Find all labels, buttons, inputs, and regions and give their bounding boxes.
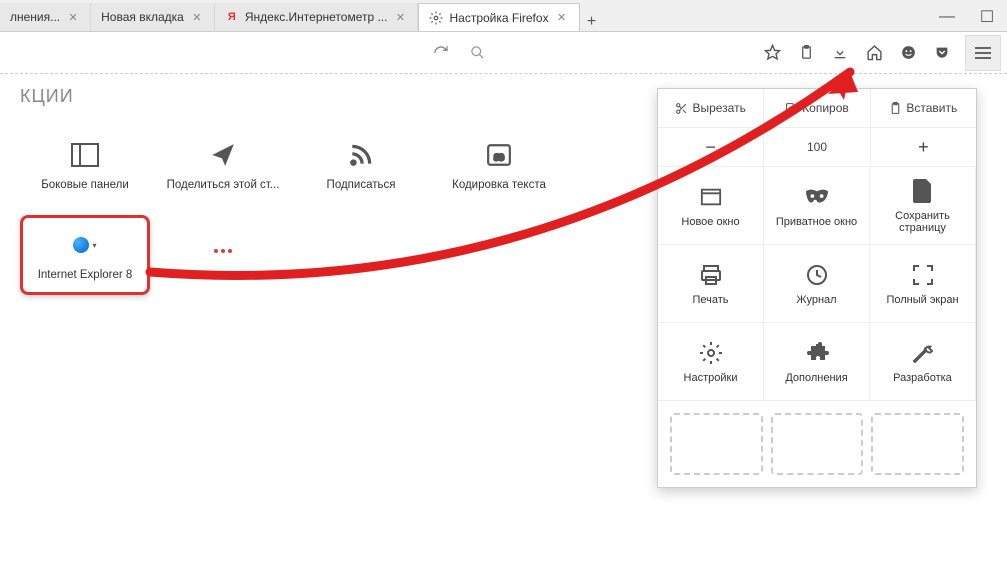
tool-sidebar[interactable]: Боковые панели	[20, 125, 150, 205]
encoding-icon: æ	[483, 139, 515, 171]
clipboard-button[interactable]	[791, 38, 821, 68]
tab-3[interactable]: Настройка Firefox ✕	[418, 3, 579, 31]
search-icon	[462, 38, 492, 68]
cut-button[interactable]: Вырезать	[658, 89, 764, 127]
paste-icon	[889, 102, 902, 115]
tool-label: Поделиться этой ст...	[167, 179, 280, 191]
menu-label: Новое окно	[681, 216, 739, 228]
menu-label: Дополнения	[785, 372, 847, 384]
menu-print[interactable]: Печать	[658, 245, 764, 323]
sidebar-icon	[69, 139, 101, 171]
menu-label: Журнал	[796, 294, 836, 306]
tab-1[interactable]: Новая вкладка ✕	[91, 3, 215, 31]
tool-label: Internet Explorer 8	[38, 269, 133, 281]
menu-save-page[interactable]: Сохранить страницу	[870, 167, 976, 245]
empty-drop-slots[interactable]	[658, 401, 976, 487]
menu-label: Полный экран	[886, 294, 958, 306]
customization-area: КЦИИ Боковые панели Поделиться этой ст..…	[0, 74, 647, 582]
yandex-favicon-icon: Я	[225, 10, 239, 24]
paperplane-icon	[207, 139, 239, 171]
close-icon[interactable]: ✕	[555, 11, 569, 25]
tab-label: лнения...	[10, 10, 60, 24]
paste-button[interactable]: Вставить	[871, 89, 976, 127]
menu-label: Сохранить страницу	[874, 210, 971, 234]
downloads-button[interactable]	[825, 38, 855, 68]
tool-label: Боковые панели	[41, 179, 129, 191]
tool-label: Подписаться	[327, 179, 396, 191]
menu-addons[interactable]: Дополнения	[764, 323, 870, 401]
menu-label: Печать	[692, 294, 728, 306]
menu-developer[interactable]: Разработка	[870, 323, 976, 401]
menu-panel-dropzone: Вырезать Копиров Вставить − 100 +	[647, 74, 1007, 582]
tab-label: Настройка Firefox	[449, 11, 548, 25]
tab-2[interactable]: Я Яндекс.Интернетометр ... ✕	[215, 3, 419, 31]
close-icon[interactable]: ✕	[66, 10, 80, 24]
zoom-in-button[interactable]: +	[871, 128, 976, 166]
tab-bar: лнения... ✕ Новая вкладка ✕ Я Яндекс.Инт…	[0, 0, 1007, 32]
section-title: КЦИИ	[20, 86, 627, 107]
zoom-out-button[interactable]: −	[658, 128, 764, 166]
tool-share[interactable]: Поделиться этой ст...	[158, 125, 288, 205]
gear-icon	[698, 340, 724, 366]
tab-label: Новая вкладка	[101, 10, 184, 24]
close-icon[interactable]: ✕	[190, 10, 204, 24]
menu-new-window[interactable]: Новое окно	[658, 167, 764, 245]
menu-fullscreen[interactable]: Полный экран	[870, 245, 976, 323]
ie-icon: ▾	[69, 229, 101, 261]
tool-lastpass[interactable]	[158, 215, 288, 295]
menu-label: Настройки	[684, 372, 738, 384]
menu-button[interactable]	[965, 35, 1001, 71]
copy-label: Копиров	[802, 101, 849, 115]
tab-label: Яндекс.Интернетометр ...	[245, 10, 388, 24]
menu-settings[interactable]: Настройки	[658, 323, 764, 401]
window-icon	[698, 184, 724, 210]
pocket-button[interactable]	[927, 38, 957, 68]
tool-label: Кодировка текста	[452, 179, 546, 191]
cut-label: Вырезать	[692, 101, 745, 115]
home-button[interactable]	[859, 38, 889, 68]
wrench-icon	[910, 340, 936, 366]
tool-encoding[interactable]: æ Кодировка текста	[434, 125, 564, 205]
hamburger-menu-panel: Вырезать Копиров Вставить − 100 +	[657, 88, 977, 488]
settings-favicon-icon	[429, 11, 443, 25]
menu-history[interactable]: Журнал	[764, 245, 870, 323]
puzzle-icon	[804, 340, 830, 366]
tool-subscribe[interactable]: Подписаться	[296, 125, 426, 205]
bookmark-star-button[interactable]	[757, 38, 787, 68]
menu-label: Приватное окно	[776, 216, 857, 228]
scissors-icon	[675, 102, 688, 115]
paste-label: Вставить	[906, 101, 957, 115]
rss-icon	[345, 139, 377, 171]
mask-icon	[804, 184, 830, 210]
new-tab-button[interactable]: +	[580, 13, 604, 31]
copy-icon	[785, 102, 798, 115]
window-maximize-button[interactable]: ☐	[967, 3, 1007, 31]
menu-label: Разработка	[893, 372, 952, 384]
clock-icon	[804, 262, 830, 288]
reload-button[interactable]	[426, 38, 456, 68]
svg-text:æ: æ	[494, 149, 505, 163]
copy-button[interactable]: Копиров	[764, 89, 870, 127]
file-icon	[910, 178, 936, 204]
zoom-value[interactable]: 100	[764, 128, 870, 166]
drop-slot[interactable]	[871, 413, 964, 475]
print-icon	[698, 262, 724, 288]
drop-slot[interactable]	[670, 413, 763, 475]
fullscreen-icon	[910, 262, 936, 288]
close-icon[interactable]: ✕	[393, 10, 407, 24]
drop-slot[interactable]	[771, 413, 864, 475]
lastpass-icon	[207, 235, 239, 267]
tab-0[interactable]: лнения... ✕	[0, 3, 91, 31]
tool-internet-explorer[interactable]: ▾ Internet Explorer 8	[20, 215, 150, 295]
search-input[interactable]	[498, 40, 753, 66]
browser-toolbar	[0, 32, 1007, 74]
hello-button[interactable]	[893, 38, 923, 68]
window-minimize-button[interactable]: —	[927, 3, 967, 31]
menu-private-window[interactable]: Приватное окно	[764, 167, 870, 245]
